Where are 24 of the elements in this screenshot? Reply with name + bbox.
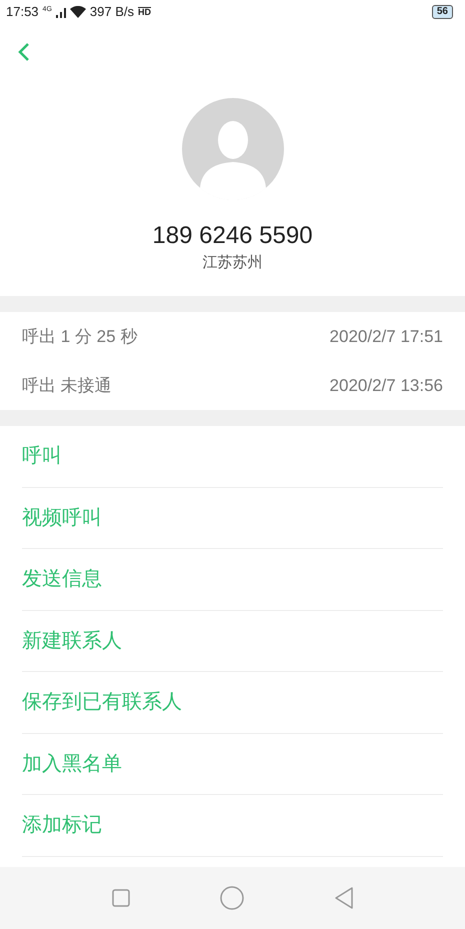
square-nav-icon[interactable] xyxy=(112,889,130,907)
action-item[interactable]: 新建联系人 xyxy=(22,610,443,672)
back-icon xyxy=(18,42,30,62)
action-item[interactable]: 呼叫 xyxy=(22,426,443,488)
action-item[interactable]: 视频呼叫 xyxy=(22,488,443,549)
status-time: 17:53 xyxy=(6,3,39,22)
hd-indicator: HD xyxy=(138,7,151,17)
signal-icon xyxy=(56,6,66,18)
network-speed: 397 B/s xyxy=(90,3,134,22)
action-item[interactable]: 发送信息 xyxy=(22,549,443,610)
call-time: 2020/2/7 13:56 xyxy=(330,374,443,397)
phone-number: 189 6246 5590 xyxy=(152,221,313,251)
action-item[interactable]: 保存到已有联系人 xyxy=(22,672,443,734)
location: 江苏苏州 xyxy=(202,253,262,273)
back-nav-icon[interactable] xyxy=(334,887,354,909)
call-time: 2020/2/7 17:51 xyxy=(330,326,443,348)
home-nav-icon[interactable] xyxy=(220,886,244,910)
avatar-icon xyxy=(182,98,284,200)
call-detail: 呼出 未接通 xyxy=(22,374,112,397)
action-item[interactable]: 加入黑名单 xyxy=(22,734,443,795)
wifi-icon xyxy=(70,6,86,18)
action-item[interactable]: 添加标记 xyxy=(22,795,443,856)
call-detail: 呼出 1 分 25 秒 xyxy=(22,326,138,348)
battery-indicator: 56 xyxy=(432,5,453,19)
